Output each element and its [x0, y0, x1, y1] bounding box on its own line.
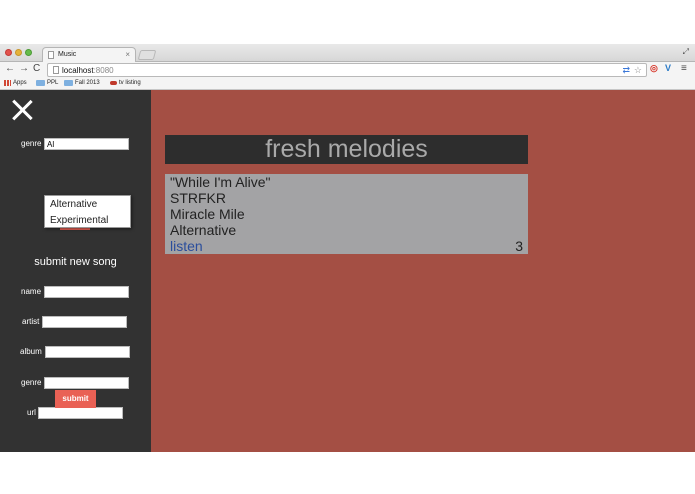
- artist-field[interactable]: [42, 316, 127, 328]
- autocomplete-option[interactable]: Alternative: [50, 199, 97, 210]
- genre-label: genre: [21, 378, 42, 387]
- browser-toolbar: ← → C localhost:8080 ⇄ ☆ ◎ V ≡: [0, 62, 695, 78]
- opera-extension-icon[interactable]: ◎: [650, 63, 658, 74]
- bookmark-star-icon[interactable]: ☆: [634, 65, 642, 76]
- page-title: fresh melodies: [165, 135, 528, 164]
- browser-tab[interactable]: Music ×: [42, 47, 136, 63]
- apps-grid-icon: [4, 80, 11, 86]
- bookmarks-bar: Apps PPL Fall 2013 tv listing: [0, 78, 695, 90]
- bookmark-apps[interactable]: Apps: [4, 80, 27, 86]
- genre-field[interactable]: [44, 377, 129, 389]
- artist-label: artist: [22, 317, 40, 326]
- song-artist: STRFKR: [170, 190, 226, 206]
- folder-icon: [36, 80, 45, 86]
- main-content: fresh melodies "While I'm Alive" STRFKR …: [151, 90, 695, 452]
- bookmark-tv-listing[interactable]: tv listing: [110, 80, 141, 86]
- name-field[interactable]: [44, 286, 129, 298]
- album-label: album: [20, 347, 42, 356]
- name-label: name: [21, 287, 42, 296]
- chrome-menu-icon[interactable]: ≡: [681, 63, 687, 74]
- new-tab-button[interactable]: [137, 50, 157, 60]
- song-album: Miracle Mile: [170, 206, 245, 222]
- listen-link[interactable]: listen: [170, 238, 203, 254]
- url-port: :8080: [93, 66, 114, 75]
- page-viewport: genre Alternative Experimental submit ne…: [0, 90, 695, 452]
- album-field[interactable]: [45, 346, 130, 358]
- close-icon[interactable]: [11, 99, 33, 121]
- tab-title: Music: [58, 51, 77, 58]
- song-genre: Alternative: [170, 222, 237, 238]
- url-label: url: [27, 408, 36, 417]
- page-icon: [53, 66, 59, 74]
- submit-button[interactable]: submit: [55, 390, 96, 408]
- window-minimize-button[interactable]: [15, 49, 22, 56]
- url-host: localhost: [62, 66, 94, 75]
- url-field[interactable]: [38, 407, 123, 419]
- tv-icon: [110, 81, 117, 85]
- document-icon: [48, 51, 54, 59]
- reload-button[interactable]: C: [33, 63, 40, 74]
- play-count: 3: [515, 238, 523, 254]
- genre-filter-label: genre: [21, 139, 42, 148]
- bookmark-label: Apps: [13, 80, 27, 86]
- submit-form-title: submit new song: [34, 256, 117, 268]
- title-bar: Music × ⤢: [0, 44, 695, 63]
- autocomplete-option[interactable]: Experimental: [50, 215, 108, 226]
- address-bar[interactable]: localhost:8080 ⇄ ☆: [47, 63, 647, 77]
- back-button[interactable]: ←: [5, 63, 15, 74]
- genre-autocomplete-dropdown: Alternative Experimental: [44, 195, 131, 228]
- bookmark-label: PPL: [47, 80, 59, 86]
- tab-close-icon[interactable]: ×: [125, 50, 130, 59]
- song-card: "While I'm Alive" STRFKR Miracle Mile Al…: [165, 174, 528, 254]
- bookmark-label: Fall 2013: [75, 80, 100, 86]
- bookmark-fall-2013[interactable]: Fall 2013: [64, 80, 100, 86]
- translate-icon[interactable]: ⇄: [622, 65, 630, 76]
- fullscreen-icon[interactable]: ⤢: [683, 47, 689, 57]
- folder-icon: [64, 80, 73, 86]
- forward-button[interactable]: →: [19, 63, 29, 74]
- window-close-button[interactable]: [5, 49, 12, 56]
- sidebar: genre Alternative Experimental submit ne…: [0, 90, 151, 452]
- v-extension-icon[interactable]: V: [665, 63, 671, 73]
- bookmark-label: tv listing: [119, 80, 141, 86]
- bookmark-ppl[interactable]: PPL: [36, 80, 58, 86]
- genre-filter-input[interactable]: [44, 138, 129, 150]
- window-maximize-button[interactable]: [25, 49, 32, 56]
- browser-window: Music × ⤢ ← → C localhost:8080 ⇄ ☆ ◎ V ≡…: [0, 44, 695, 452]
- song-name: "While I'm Alive": [170, 174, 271, 190]
